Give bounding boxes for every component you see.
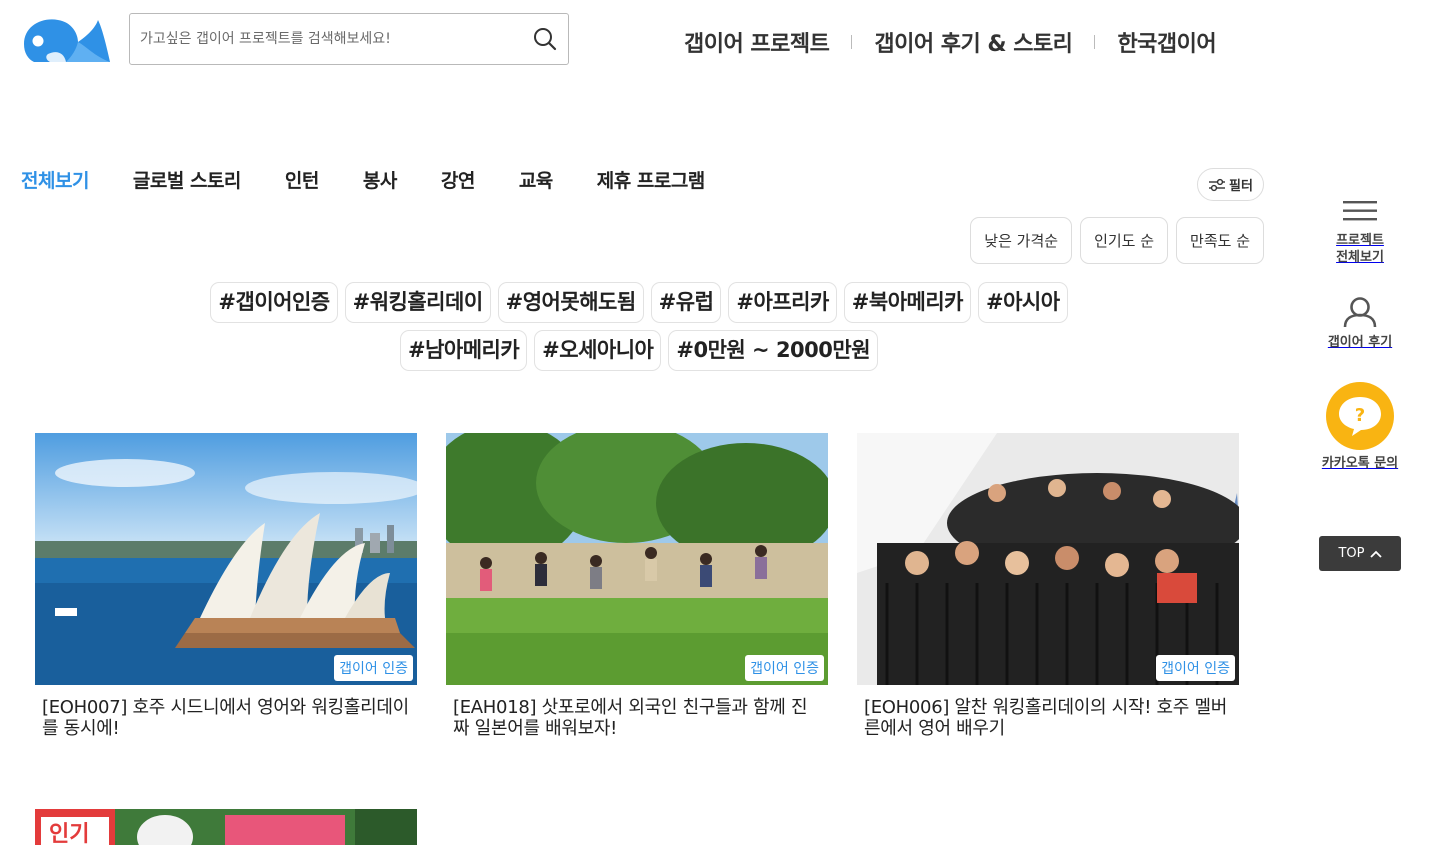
nav-korea-gapyear[interactable]: 한국갭이어	[1117, 26, 1216, 58]
nav-gapyear-projects[interactable]: 갭이어 프로젝트	[684, 26, 830, 58]
kakaotalk-inquiry-button[interactable]: ? 카카오톡 문의	[1312, 381, 1408, 472]
tab-intern[interactable]: 인턴	[285, 166, 319, 193]
hashtag-chip[interactable]: #아시아	[978, 282, 1068, 323]
sydney-opera-house-image	[35, 433, 417, 685]
category-tabs: 전체보기 글로벌 스토리 인턴 봉사 강연 교육 제휴 프로그램	[21, 166, 749, 193]
hashtag-chip[interactable]: #남아메리카	[399, 330, 528, 371]
project-thumbnail[interactable]: 인기	[35, 809, 417, 845]
hashtag-chip[interactable]: #유럽	[650, 282, 722, 323]
hamburger-menu-icon	[1343, 201, 1377, 221]
project-title[interactable]: [EOH006] 알찬 워킹홀리데이의 시작! 호주 멜버른에서 영어 배우기	[857, 697, 1239, 739]
hashtag-chip[interactable]: #영어못해도됨	[497, 282, 644, 323]
hashtag-chip[interactable]: #0만원 ~ 2000만원	[668, 330, 879, 371]
tab-partner-program[interactable]: 제휴 프로그램	[597, 166, 706, 193]
certified-badge: 갭이어 인증	[1156, 655, 1235, 681]
project-card[interactable]: 갭이어 인증 [EOH007] 호주 시드니에서 영어와 워킹홀리데이를 동시에…	[35, 433, 417, 739]
popular-sign-image: 인기	[35, 809, 417, 845]
gapyear-review-button[interactable]: 갭이어 후기	[1312, 296, 1408, 351]
sort-popularity[interactable]: 인기도 순	[1080, 217, 1169, 264]
nav-reviews-stories[interactable]: 갭이어 후기 & 스토리	[874, 26, 1073, 58]
top-label: TOP	[1338, 546, 1365, 561]
search-box	[129, 13, 569, 65]
hashtag-list: #갭이어인증 #워킹홀리데이 #영어못해도됨 #유럽 #아프리카 #북아메리카 …	[180, 282, 1098, 371]
search-button[interactable]	[532, 26, 558, 52]
sort-options: 낮은 가격순 인기도 순 만족도 순	[970, 217, 1264, 264]
group-on-balcony-image	[857, 433, 1239, 685]
nav-divider	[1094, 35, 1096, 49]
project-title[interactable]: [EOH007] 호주 시드니에서 영어와 워킹홀리데이를 동시에!	[35, 697, 417, 739]
jumping-students-image	[446, 433, 828, 685]
tab-all[interactable]: 전체보기	[21, 166, 89, 193]
svg-text:?: ?	[1355, 405, 1365, 426]
kakaotalk-inquiry-label: 카카오톡 문의	[1321, 456, 1399, 471]
hashtag-chip[interactable]: #갭이어인증	[210, 282, 338, 323]
project-card[interactable]: 인기	[35, 809, 417, 845]
sort-lowest-price[interactable]: 낮은 가격순	[970, 217, 1073, 264]
tab-volunteer[interactable]: 봉사	[363, 166, 397, 193]
nav-divider	[851, 35, 853, 49]
hashtag-chip[interactable]: #북아메리카	[843, 282, 971, 323]
search-input[interactable]	[140, 14, 520, 64]
tab-lecture[interactable]: 강연	[441, 166, 475, 193]
project-thumbnail[interactable]: 갭이어 인증	[857, 433, 1239, 685]
tab-education[interactable]: 교육	[519, 166, 553, 193]
project-card[interactable]: 갭이어 인증 [EOH006] 알찬 워킹홀리데이의 시작! 호주 멜버른에서 …	[857, 433, 1239, 739]
hashtag-chip[interactable]: #워킹홀리데이	[344, 282, 491, 323]
project-title[interactable]: [EAH018] 삿포로에서 외국인 친구들과 함께 진짜 일본어를 배워보자!	[446, 697, 828, 739]
search-icon	[534, 28, 557, 51]
project-card[interactable]: 갭이어 인증 [EAH018] 삿포로에서 외국인 친구들과 함께 진짜 일본어…	[446, 433, 828, 739]
all-projects-label: 프로젝트 전체보기	[1336, 233, 1384, 265]
top-navigation: 갭이어 프로젝트 갭이어 후기 & 스토리 한국갭이어	[684, 26, 1217, 58]
filter-label: 필터	[1229, 179, 1253, 194]
site-logo[interactable]	[20, 14, 112, 66]
tab-global-story[interactable]: 글로벌 스토리	[133, 166, 242, 193]
filter-button[interactable]: 필터	[1197, 168, 1264, 201]
certified-badge: 갭이어 인증	[334, 655, 413, 681]
whale-logo-icon	[24, 19, 110, 62]
project-thumbnail[interactable]: 갭이어 인증	[35, 433, 417, 685]
certified-badge: 갭이어 인증	[745, 655, 824, 681]
sliders-icon	[1209, 178, 1226, 191]
popular-sign-text: 인기	[49, 822, 89, 845]
user-icon	[1343, 297, 1377, 328]
kakaotalk-icon: ?	[1326, 382, 1394, 450]
hashtag-chip[interactable]: #오세아니아	[534, 330, 662, 371]
floating-sidebar: 프로젝트 전체보기 갭이어 후기 ? 카카오톡 문의	[1312, 200, 1408, 502]
chevron-up-icon	[1369, 550, 1382, 558]
all-projects-menu-button[interactable]: 프로젝트 전체보기	[1312, 200, 1408, 266]
project-thumbnail[interactable]: 갭이어 인증	[446, 433, 828, 685]
scroll-top-button[interactable]: TOP	[1319, 536, 1401, 571]
sort-satisfaction[interactable]: 만족도 순	[1176, 217, 1264, 264]
hashtag-chip[interactable]: #아프리카	[728, 282, 837, 323]
gapyear-review-label: 갭이어 후기	[1327, 335, 1393, 350]
